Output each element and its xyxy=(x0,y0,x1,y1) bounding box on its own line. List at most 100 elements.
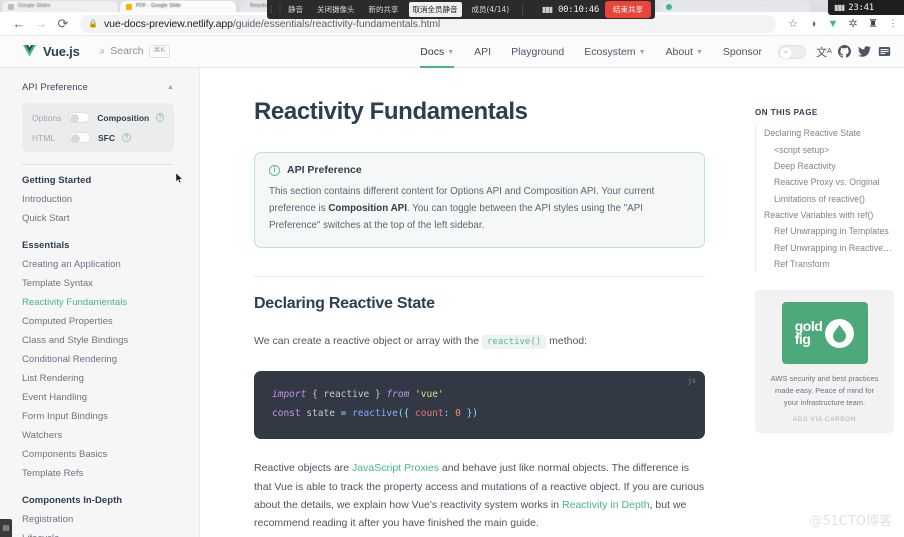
docs-sidebar[interactable]: API Preference ▲ Options Composition ? H… xyxy=(0,68,200,537)
code-block[interactable]: js import { reactive } from 'vue' const … xyxy=(254,371,705,440)
sidebar-item-computed-properties[interactable]: Computed Properties xyxy=(22,312,199,331)
signal-bars-icon: ▮▮▮ xyxy=(834,3,845,12)
sidebar-item-registration[interactable]: Registration xyxy=(22,510,199,529)
otp-item-deep-reactivity[interactable]: Deep Reactivity xyxy=(764,158,894,174)
otp-item-declaring-reactive-state[interactable]: Declaring Reactive State xyxy=(764,125,894,141)
code-token-identifier: reactive xyxy=(323,389,370,401)
vue-devtools-icon[interactable]: ▼ xyxy=(824,15,842,33)
forward-button[interactable]: → xyxy=(30,13,52,35)
sidebar-item-form-input-bindings[interactable]: Form Input Bindings xyxy=(22,407,199,426)
ad-text[interactable]: AWS security and best practices made eas… xyxy=(767,373,882,408)
carbon-ad[interactable]: gold fig AWS security and best practices… xyxy=(755,290,894,434)
otp-item-reactive-variables-with-ref[interactable]: Reactive Variables with ref() xyxy=(764,207,894,223)
sidebar-item-creating-an-application[interactable]: Creating an Application xyxy=(22,255,199,274)
nav-item-playground[interactable]: Playground xyxy=(501,36,574,68)
sidebar-item-components-basics[interactable]: Components Basics xyxy=(22,445,199,464)
screen-share-control-bar[interactable]: ⋮⋮ 静音 关闭摄像头 新的共享 取消全员静音 成员(4/14) ▮▮▮ 00:… xyxy=(267,0,655,19)
link-javascript-proxies[interactable]: JavaScript Proxies xyxy=(352,462,439,474)
sfc-style-switch[interactable] xyxy=(69,132,91,143)
otp-item-ref-unwrapping-in-reactive-objects[interactable]: Ref Unwrapping in Reactive Ob... xyxy=(764,240,894,256)
drag-handle-icon[interactable]: ⋮⋮ xyxy=(267,5,284,14)
nav-label: About xyxy=(665,45,693,58)
paragraph-text: We can create a reactive object or array… xyxy=(254,335,482,348)
otp-item-limitations-of-reactive[interactable]: Limitations of reactive() xyxy=(764,191,894,207)
sidebar-item-watchers[interactable]: Watchers xyxy=(22,426,199,445)
sidebar-item-quick-start[interactable]: Quick Start xyxy=(22,209,199,228)
secondary-share-indicator[interactable]: ▮▮▮ 23:41 xyxy=(828,0,904,15)
discord-icon[interactable] xyxy=(874,42,894,62)
chevron-down-icon: ▼ xyxy=(638,49,646,56)
code-token-keyword: from xyxy=(386,389,410,401)
search-icon: ⌕ xyxy=(99,45,106,57)
section-divider xyxy=(254,276,705,278)
ad-image[interactable]: gold fig xyxy=(781,302,868,365)
watermark: @51CTO博客 xyxy=(809,514,892,529)
code-token-punct: ({ xyxy=(397,408,416,420)
secondary-timer: 23:41 xyxy=(848,2,874,13)
extensions-puzzle-icon[interactable]: ✲ xyxy=(844,15,862,33)
otp-item-script-setup[interactable]: <script setup> xyxy=(764,141,894,157)
browser-tab[interactable] xyxy=(660,1,810,12)
nav-item-ecosystem[interactable]: Ecosystem ▼ xyxy=(574,36,655,68)
sidebar-item-class-and-style-bindings[interactable]: Class and Style Bindings xyxy=(22,331,199,350)
pref-composition-label: Composition xyxy=(97,112,150,123)
unmute-all-button[interactable]: 取消全员静音 xyxy=(408,2,462,17)
otp-item-reactive-proxy-vs-original[interactable]: Reactive Proxy vs. Original xyxy=(764,174,894,190)
sidebar-item-conditional-rendering[interactable]: Conditional Rendering xyxy=(22,350,199,369)
translate-icon[interactable]: 文A xyxy=(814,42,834,62)
tab-favicon xyxy=(8,4,14,10)
api-preference-header[interactable]: API Preference ▲ xyxy=(22,82,174,93)
code-token-punct: : xyxy=(443,408,456,420)
mute-button[interactable]: 静音 xyxy=(281,4,310,15)
back-button[interactable]: ← xyxy=(8,13,30,35)
signal-bars-icon: ▮▮▮ xyxy=(541,5,553,14)
help-icon[interactable]: ? xyxy=(122,133,131,142)
page-title: Reactivity Fundamentals xyxy=(254,98,528,125)
reload-button[interactable]: ⟳ xyxy=(52,13,74,35)
nav-item-docs[interactable]: Docs ▼ xyxy=(410,36,464,68)
menu-kebab-icon[interactable]: ⋮ xyxy=(884,15,902,33)
search-input[interactable]: ⌕ Search ⌘K xyxy=(99,45,171,58)
taskbar-nub[interactable]: ▤ xyxy=(0,519,12,537)
sidebar-item-introduction[interactable]: Introduction xyxy=(22,190,199,209)
code-token-property: count xyxy=(415,408,444,420)
help-icon[interactable]: ? xyxy=(156,113,164,122)
callout-header: i API Preference xyxy=(269,164,690,176)
chevron-down-icon: ▼ xyxy=(447,49,455,56)
main-content: Reactivity Fundamentals i API Preference… xyxy=(200,68,745,537)
nav-item-about[interactable]: About ▼ xyxy=(656,36,713,68)
api-style-switch[interactable] xyxy=(68,112,91,123)
callout-bold: Composition API xyxy=(328,203,407,215)
pref-row-api-style[interactable]: Options Composition ? xyxy=(32,112,164,123)
sidebar-item-list-rendering[interactable]: List Rendering xyxy=(22,369,199,388)
otp-item-ref-transform[interactable]: Ref Transform xyxy=(764,256,894,272)
sidebar-item-template-syntax[interactable]: Template Syntax xyxy=(22,274,199,293)
bookmark-star-icon[interactable]: ☆ xyxy=(784,15,802,33)
stop-video-button[interactable]: 关闭摄像头 xyxy=(310,4,362,15)
info-circle-icon[interactable]: ◑ xyxy=(804,15,822,33)
new-share-button[interactable]: 新的共享 xyxy=(362,4,406,15)
profile-icon[interactable]: ♜ xyxy=(864,15,882,33)
sidebar-item-reactivity-fundamentals[interactable]: Reactivity Fundamentals xyxy=(22,293,199,312)
chevron-up-icon[interactable]: ▲ xyxy=(167,84,174,91)
chevron-down-icon: ▼ xyxy=(695,49,703,56)
pref-row-sfc-style[interactable]: HTML SFC ? xyxy=(32,132,164,143)
on-this-page-title: ON THIS PAGE xyxy=(755,108,818,117)
tab-title: Google Slides xyxy=(18,3,51,9)
otp-item-ref-unwrapping-in-templates[interactable]: Ref Unwrapping in Templates xyxy=(764,223,894,239)
github-icon[interactable] xyxy=(834,42,854,62)
end-share-button[interactable]: 结束共享 xyxy=(605,1,651,18)
sidebar-item-template-refs[interactable]: Template Refs xyxy=(22,464,199,483)
sidebar-item-lifecycle[interactable]: Lifecycle xyxy=(22,529,199,537)
brand-home-link[interactable]: Vue.js xyxy=(0,44,80,59)
link-reactivity-in-depth[interactable]: Reactivity in Depth xyxy=(562,499,650,511)
section-title: Declaring Reactive State xyxy=(254,295,435,313)
members-button[interactable]: 成员(4/14) xyxy=(465,4,517,15)
api-preference-title: API Preference xyxy=(22,82,88,93)
theme-toggle[interactable]: ☀ xyxy=(778,44,806,59)
twitter-icon[interactable] xyxy=(854,42,874,62)
nav-item-api[interactable]: API xyxy=(464,36,501,68)
sidebar-item-event-handling[interactable]: Event Handling xyxy=(22,388,199,407)
ad-attribution[interactable]: ADS VIA CARBON xyxy=(767,416,882,423)
nav-item-sponsor[interactable]: Sponsor xyxy=(713,36,772,68)
